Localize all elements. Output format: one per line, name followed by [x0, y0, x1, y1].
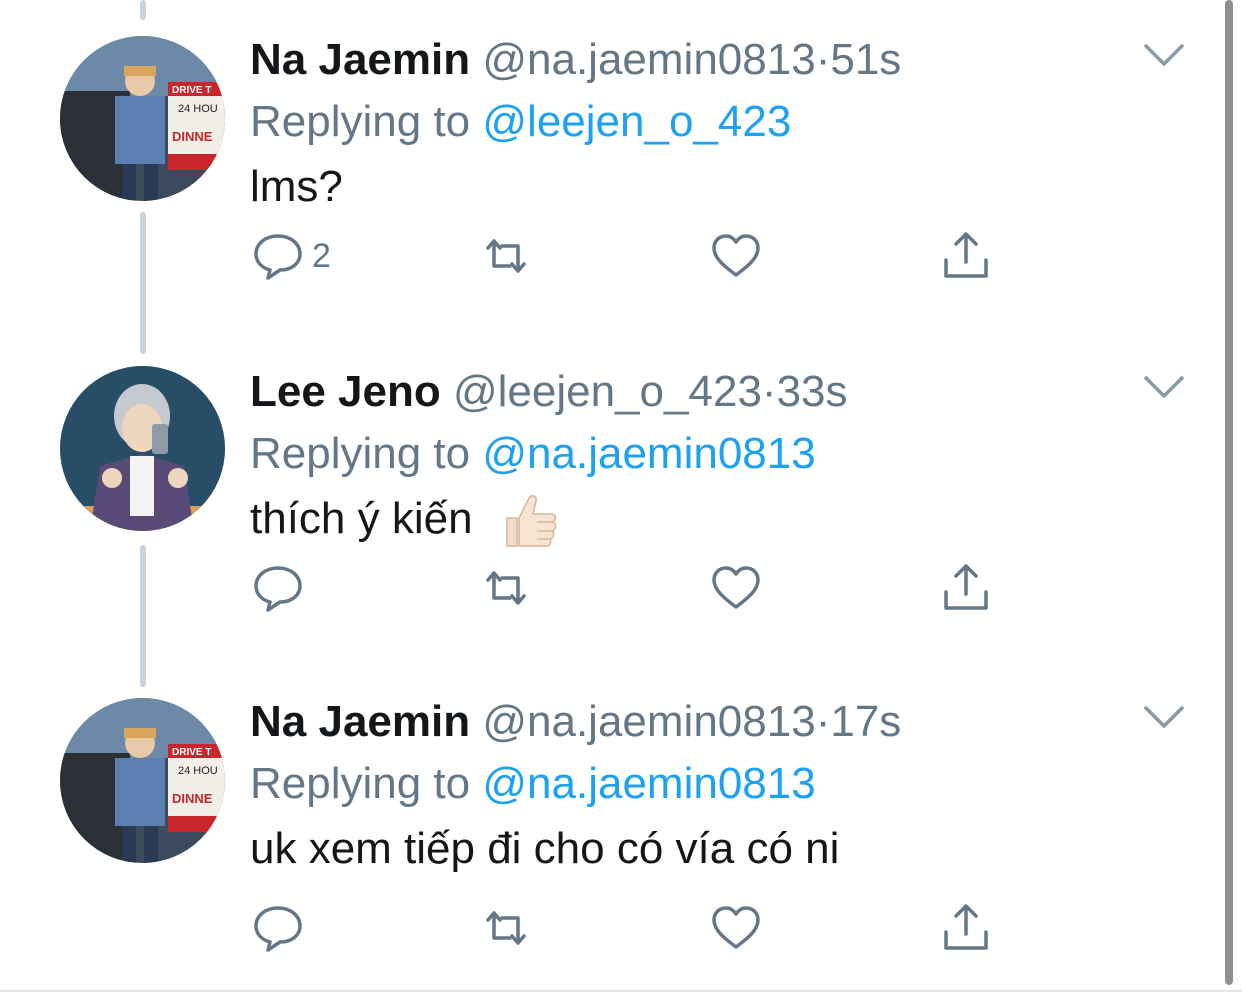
svg-text:DRIVE T: DRIVE T: [172, 85, 211, 96]
retweet-button[interactable]: [478, 560, 534, 616]
reply-button[interactable]: [250, 900, 306, 956]
reply-icon: [254, 906, 302, 952]
like-button[interactable]: [708, 228, 764, 284]
timestamp[interactable]: 51s: [830, 35, 901, 84]
thread-line-top: [140, 0, 146, 20]
reply-icon: [254, 234, 302, 280]
tweet-text: uk xem tiếp đi cho có vía có ni: [250, 824, 840, 873]
tweet-header: Na Jaemin @na.jaemin0813·51s: [250, 30, 901, 90]
replying-to: Replying to @leejen_o_423: [250, 92, 791, 152]
tweet-actions: [250, 560, 1010, 620]
mention-link[interactable]: @na.jaemin0813: [482, 429, 815, 478]
display-name[interactable]: Na Jaemin: [250, 697, 470, 746]
reply-icon: [254, 566, 302, 612]
chevron-down-icon[interactable]: [1142, 702, 1186, 732]
like-button[interactable]: [708, 900, 764, 956]
svg-text:24 HOU: 24 HOU: [178, 765, 218, 777]
replying-label: Replying to: [250, 97, 471, 146]
svg-text:DINNE: DINNE: [172, 791, 213, 806]
reply-button[interactable]: 2: [250, 228, 331, 284]
tweet-header: Lee Jeno @leejen_o_423·33s: [250, 362, 848, 422]
handle[interactable]: @leejen_o_423: [453, 367, 762, 416]
separator-dot: ·: [761, 367, 777, 416]
tweet-3[interactable]: DRIVE T 24 HOU DINNE Na Jaemin @na.jaemi…: [0, 692, 1220, 994]
avatar-jaemin-image: DRIVE T 24 HOU DINNE: [60, 698, 225, 863]
tweet-header: Na Jaemin @na.jaemin0813·17s: [250, 692, 901, 752]
mention-link[interactable]: @leejen_o_423: [482, 97, 791, 146]
heart-icon: [712, 906, 760, 949]
tweet-thread: DRIVE T 24 HOU DINNE Na Jaemin @na.jaemi…: [0, 0, 1242, 994]
tweet-text: thích ý kiến: [250, 494, 473, 543]
svg-text:DINNE: DINNE: [172, 129, 213, 144]
replying-to: Replying to @na.jaemin0813: [250, 424, 816, 484]
avatar[interactable]: DRIVE T 24 HOU DINNE: [60, 36, 225, 201]
reply-count: 2: [312, 236, 331, 275]
avatar[interactable]: DRIVE T 24 HOU DINNE: [60, 698, 225, 863]
replying-label: Replying to: [250, 429, 471, 478]
retweet-icon: [486, 571, 526, 605]
handle[interactable]: @na.jaemin0813: [482, 35, 815, 84]
thumbs-up-emoji-icon: [506, 495, 557, 548]
display-name[interactable]: Lee Jeno: [250, 367, 441, 416]
share-button[interactable]: [938, 228, 994, 284]
scrollbar[interactable]: [1225, 0, 1233, 985]
retweet-button[interactable]: [478, 900, 534, 956]
reply-button[interactable]: [250, 560, 306, 616]
chevron-down-icon[interactable]: [1142, 372, 1186, 402]
tweet-actions: [250, 900, 1010, 960]
tweet-text: lms?: [250, 162, 343, 211]
heart-icon: [712, 234, 760, 277]
svg-text:DRIVE T: DRIVE T: [172, 747, 211, 758]
like-button[interactable]: [708, 560, 764, 616]
retweet-icon: [486, 239, 526, 273]
tweet-actions: 2: [250, 228, 1010, 288]
replying-label: Replying to: [250, 759, 471, 808]
share-icon: [944, 564, 988, 610]
separator-dot: ·: [815, 35, 831, 84]
svg-text:24 HOU: 24 HOU: [178, 103, 218, 115]
avatar[interactable]: [60, 366, 225, 531]
handle[interactable]: @na.jaemin0813: [482, 697, 815, 746]
heart-icon: [712, 566, 760, 609]
tweet-1[interactable]: DRIVE T 24 HOU DINNE Na Jaemin @na.jaemi…: [0, 30, 1220, 360]
avatar-jaemin-image: DRIVE T 24 HOU DINNE: [60, 36, 225, 201]
share-icon: [944, 232, 988, 278]
share-icon: [944, 904, 988, 950]
timestamp[interactable]: 17s: [830, 697, 901, 746]
share-button[interactable]: [938, 900, 994, 956]
separator-dot: ·: [815, 697, 831, 746]
retweet-icon: [486, 911, 526, 945]
tweet-2[interactable]: Lee Jeno @leejen_o_423·33s Replying to @…: [0, 362, 1220, 692]
mention-link[interactable]: @na.jaemin0813: [482, 759, 815, 808]
tweet-text-container: thích ý kiến: [250, 487, 561, 552]
chevron-down-icon[interactable]: [1142, 40, 1186, 70]
timestamp[interactable]: 33s: [777, 367, 848, 416]
avatar-jeno-image: [60, 366, 225, 531]
replying-to: Replying to @na.jaemin0813: [250, 754, 816, 814]
display-name[interactable]: Na Jaemin: [250, 35, 470, 84]
bottom-divider: [0, 990, 1242, 992]
share-button[interactable]: [938, 560, 994, 616]
retweet-button[interactable]: [478, 228, 534, 284]
